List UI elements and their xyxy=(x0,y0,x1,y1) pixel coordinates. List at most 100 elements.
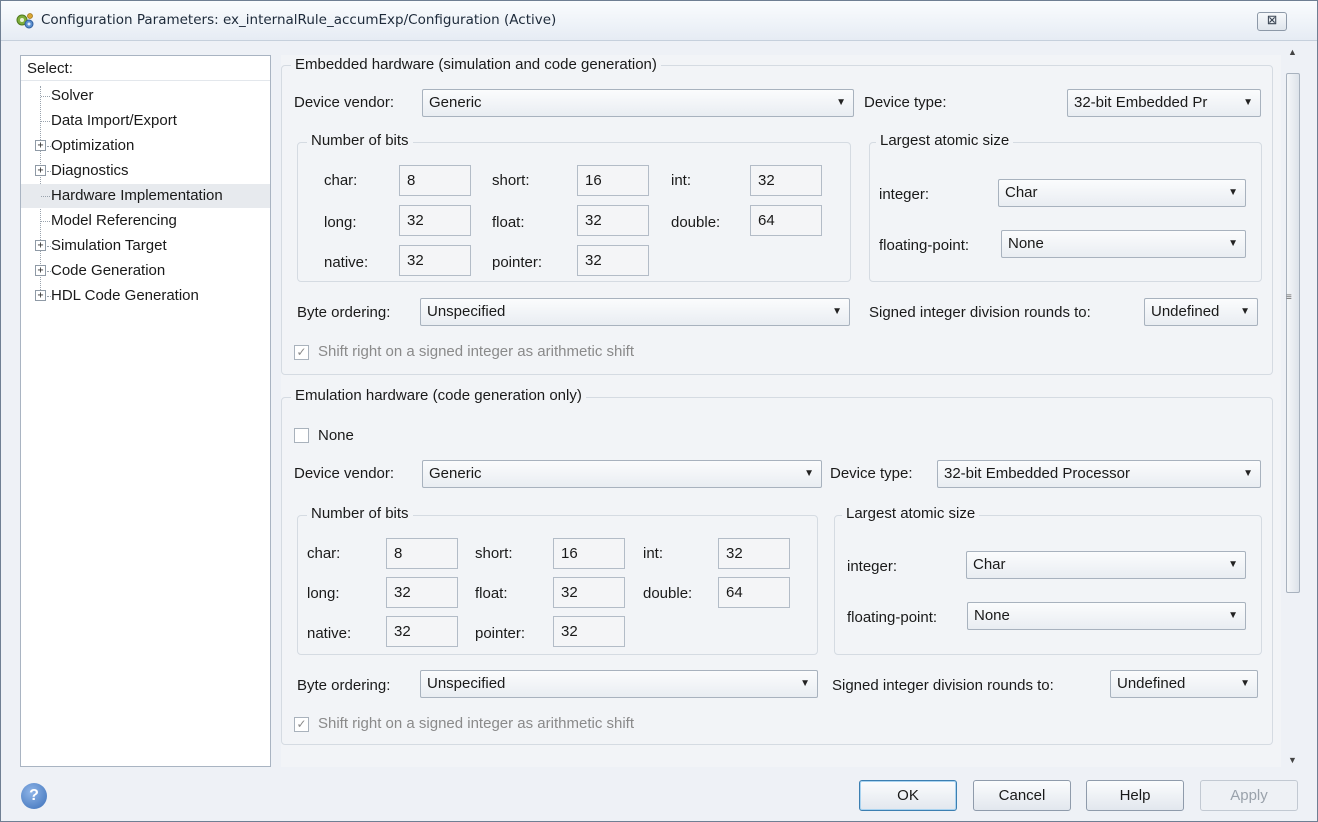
expand-icon[interactable]: + xyxy=(35,165,46,176)
emu-integer-label: integer: xyxy=(847,558,898,575)
emu-native-label: native: xyxy=(307,625,352,642)
dropdown-arrow-icon: ▼ xyxy=(1243,468,1253,479)
atomic-integer-select[interactable]: Char ▼ xyxy=(998,179,1246,207)
native-field[interactable]: 32 xyxy=(399,245,471,276)
help-icon[interactable]: ? xyxy=(21,783,47,809)
expand-icon[interactable]: + xyxy=(35,240,46,251)
shift-right-label: Shift right on a signed integer as arith… xyxy=(318,343,634,360)
emu-long-field[interactable]: 32 xyxy=(386,577,458,608)
long-label: long: xyxy=(324,214,357,231)
device-vendor-label: Device vendor: xyxy=(294,94,395,111)
byte-ordering-select[interactable]: Unspecified ▼ xyxy=(420,298,850,326)
emu-atomic-floating-point-select[interactable]: None ▼ xyxy=(967,602,1246,630)
long-field[interactable]: 32 xyxy=(399,205,471,236)
dropdown-arrow-icon: ▼ xyxy=(800,678,810,689)
emu-byte-ordering-select[interactable]: Unspecified ▼ xyxy=(420,670,818,698)
tree-item-diagnostics[interactable]: + Diagnostics xyxy=(21,159,270,183)
expand-icon[interactable]: + xyxy=(35,290,46,301)
emu-pointer-field[interactable]: 32 xyxy=(553,616,625,647)
float-label: float: xyxy=(492,214,525,231)
emu-float-label: float: xyxy=(475,585,508,602)
none-checkbox[interactable] xyxy=(294,428,309,443)
dropdown-arrow-icon: ▼ xyxy=(1240,306,1250,317)
scroll-up-icon[interactable]: ▲ xyxy=(1288,47,1297,57)
char-field[interactable]: 8 xyxy=(399,165,471,196)
emu-device-type-select[interactable]: 32-bit Embedded Processor ▼ xyxy=(937,460,1261,488)
device-type-select[interactable]: 32-bit Embedded Pr⁠ ▼ xyxy=(1067,89,1261,117)
dropdown-arrow-icon: ▼ xyxy=(804,468,814,479)
emu-char-field[interactable]: 8 xyxy=(386,538,458,569)
help-button[interactable]: Help xyxy=(1086,780,1184,811)
emu-atomic-integer-select[interactable]: Char ▼ xyxy=(966,551,1246,579)
scroll-thumb[interactable] xyxy=(1286,73,1300,593)
vertical-scrollbar[interactable]: ▲ ≡ ▼ xyxy=(1283,43,1303,773)
signed-division-select[interactable]: Undefined ▼ xyxy=(1144,298,1258,326)
emu-byte-ordering-label: Byte ordering: xyxy=(297,677,391,694)
emu-signed-division-select[interactable]: Undefined ▼ xyxy=(1110,670,1258,698)
emu-device-vendor-select[interactable]: Generic ▼ xyxy=(422,460,822,488)
tree-item-model-referencing[interactable]: Model Referencing xyxy=(21,209,270,233)
emu-largest-atomic-size-group xyxy=(834,515,1262,655)
tree-item-optimization[interactable]: + Optimization xyxy=(21,134,270,158)
double-field[interactable]: 64 xyxy=(750,205,822,236)
dropdown-arrow-icon: ▼ xyxy=(1228,187,1238,198)
emulation-hardware-title: Emulation hardware (code generation only… xyxy=(291,387,586,404)
tree-item-hardware-implementation[interactable]: Hardware Implementation xyxy=(21,184,270,208)
tree-item-simulation-target[interactable]: + Simulation Target xyxy=(21,234,270,258)
tree-item-code-generation[interactable]: + Code Generation xyxy=(21,259,270,283)
tree-item-hdl-code-generation[interactable]: + HDL Code Generation xyxy=(21,284,270,308)
emu-native-field[interactable]: 32 xyxy=(386,616,458,647)
native-label: native: xyxy=(324,254,369,271)
emu-largest-atomic-size-title: Largest atomic size xyxy=(842,505,980,522)
apply-button[interactable]: Apply xyxy=(1200,780,1298,811)
double-label: double: xyxy=(671,214,721,231)
expand-icon[interactable]: + xyxy=(35,140,46,151)
pointer-label: pointer: xyxy=(492,254,543,271)
emu-long-label: long: xyxy=(307,585,340,602)
scroll-down-icon[interactable]: ▼ xyxy=(1288,755,1297,765)
int-field[interactable]: 32 xyxy=(750,165,822,196)
float-field[interactable]: 32 xyxy=(577,205,649,236)
emu-short-label: short: xyxy=(475,545,513,562)
close-button[interactable]: ☒ xyxy=(1257,12,1287,31)
number-of-bits-title: Number of bits xyxy=(307,132,413,149)
emu-pointer-label: pointer: xyxy=(475,625,526,642)
emu-shift-right-checkbox[interactable]: ✓ xyxy=(294,717,309,732)
tree-header: Select: xyxy=(21,56,270,81)
emu-short-field[interactable]: 16 xyxy=(553,538,625,569)
config-params-window: Configuration Parameters: ex_internalRul… xyxy=(0,0,1318,822)
largest-atomic-size-title: Largest atomic size xyxy=(876,132,1014,149)
emu-shift-right-label: Shift right on a signed integer as arith… xyxy=(318,715,634,732)
check-icon: ✓ xyxy=(296,345,307,359)
floating-point-label: floating-point: xyxy=(879,237,970,254)
pointer-field[interactable]: 32 xyxy=(577,245,649,276)
emu-int-field[interactable]: 32 xyxy=(718,538,790,569)
window-title: Configuration Parameters: ex_internalRul… xyxy=(41,12,557,28)
device-type-label: Device type: xyxy=(864,94,947,111)
dropdown-arrow-icon: ▼ xyxy=(1228,610,1238,621)
category-tree: Select: Solver Data Import/Export + Opti… xyxy=(20,55,271,767)
tree-item-solver[interactable]: Solver xyxy=(21,84,270,108)
dropdown-arrow-icon: ▼ xyxy=(1240,678,1250,689)
byte-ordering-label: Byte ordering: xyxy=(297,304,391,321)
emu-double-field[interactable]: 64 xyxy=(718,577,790,608)
shift-right-checkbox[interactable]: ✓ xyxy=(294,345,309,360)
emu-device-vendor-label: Device vendor: xyxy=(294,465,395,482)
tree-item-data-import-export[interactable]: Data Import/Export xyxy=(21,109,270,133)
int-label: int: xyxy=(671,172,692,189)
dropdown-arrow-icon: ▼ xyxy=(1228,238,1238,249)
atomic-floating-point-select[interactable]: None ▼ xyxy=(1001,230,1246,258)
emu-float-field[interactable]: 32 xyxy=(553,577,625,608)
dropdown-arrow-icon: ▼ xyxy=(1228,559,1238,570)
check-icon: ✓ xyxy=(296,717,307,731)
dropdown-arrow-icon: ▼ xyxy=(836,97,846,108)
ok-button[interactable]: OK xyxy=(859,780,957,811)
cancel-button[interactable]: Cancel xyxy=(973,780,1071,811)
close-icon: ☒ xyxy=(1267,15,1277,27)
short-field[interactable]: 16 xyxy=(577,165,649,196)
none-label: None xyxy=(318,427,354,444)
device-vendor-select[interactable]: Generic ▼ xyxy=(422,89,854,117)
char-label: char: xyxy=(324,172,358,189)
scroll-grip-icon: ≡ xyxy=(1286,292,1292,303)
expand-icon[interactable]: + xyxy=(35,265,46,276)
